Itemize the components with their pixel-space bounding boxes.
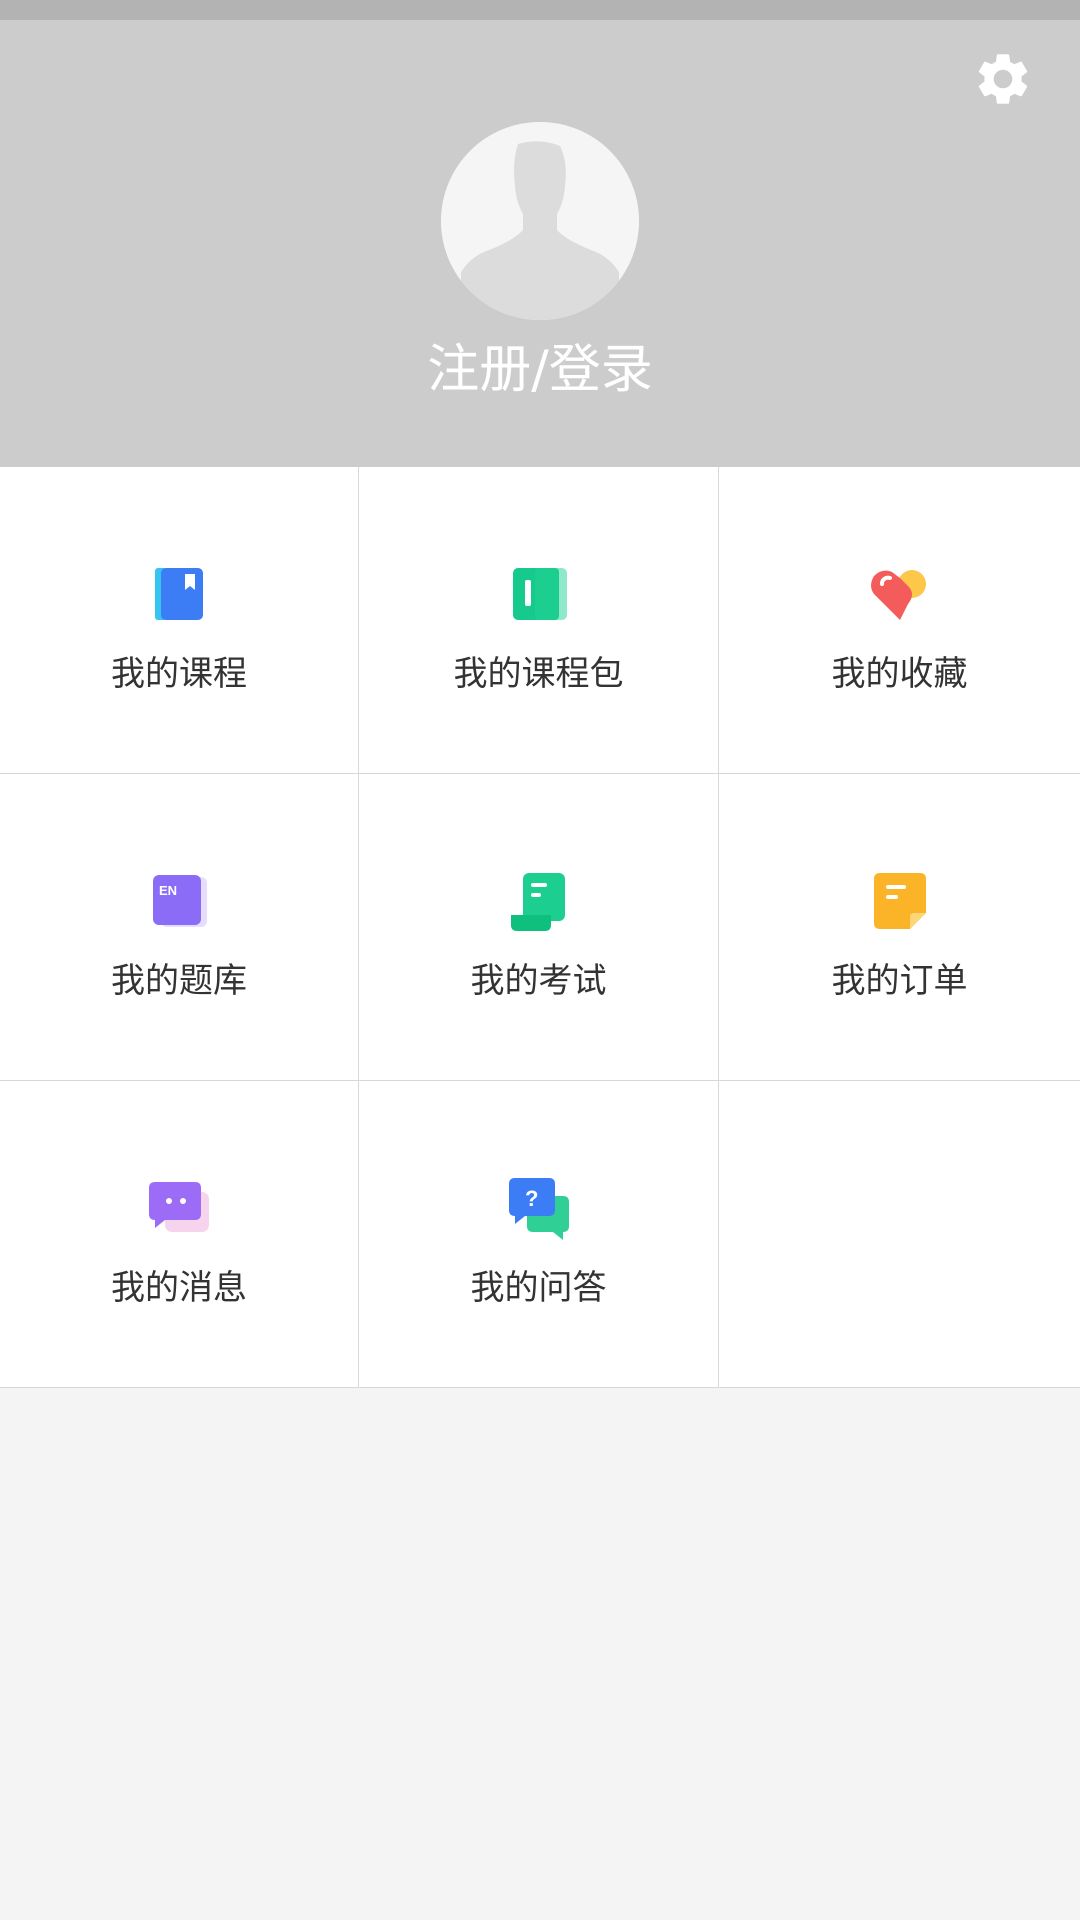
menu-item-my-courses[interactable]: 我的课程 xyxy=(0,467,359,774)
menu-item-my-favorites[interactable]: 我的收藏 xyxy=(719,467,1080,774)
menu-grid: 我的课程 我的课程包 我的收藏 EN 我的题库 我的考试 我的订单 我的消息 ?… xyxy=(0,467,1080,1388)
menu-item-label: 我的收藏 xyxy=(831,654,968,694)
question-chat-icon: ? xyxy=(508,1178,569,1240)
chat-bubble-icon xyxy=(149,1182,209,1232)
status-bar xyxy=(0,0,1080,20)
menu-item-my-exams[interactable]: 我的考试 xyxy=(359,774,719,1081)
menu-item-label: 我的订单 xyxy=(831,961,968,1001)
menu-item-label: 我的考试 xyxy=(470,961,607,1001)
profile-header: 注册/登录 xyxy=(0,20,1080,467)
open-book-icon xyxy=(512,568,567,620)
heart-tag-icon xyxy=(870,570,926,620)
menu-item-my-question-bank[interactable]: EN 我的题库 xyxy=(0,774,359,1081)
settings-button[interactable] xyxy=(970,46,1036,112)
menu-item-label: 我的课程 xyxy=(111,654,247,694)
login-register-link[interactable]: 注册/登录 xyxy=(0,338,1080,402)
en-book-icon: EN xyxy=(153,875,207,927)
gear-icon xyxy=(978,54,1028,104)
menu-item-my-orders[interactable]: 我的订单 xyxy=(719,774,1080,1081)
svg-text:?: ? xyxy=(525,1186,538,1211)
book-icon xyxy=(155,568,203,620)
menu-item-label: 我的课程包 xyxy=(453,654,624,694)
menu-item-label: 我的题库 xyxy=(111,961,247,1001)
scroll-icon xyxy=(510,873,565,931)
empty-cell xyxy=(719,1081,1080,1388)
menu-item-label: 我的问答 xyxy=(470,1268,607,1308)
note-icon xyxy=(873,873,926,929)
menu-item-my-messages[interactable]: 我的消息 xyxy=(0,1081,359,1388)
menu-item-label: 我的消息 xyxy=(111,1268,247,1308)
menu-item-my-qa[interactable]: ? 我的问答 xyxy=(359,1081,719,1388)
user-avatar-icon xyxy=(441,122,639,320)
svg-text:EN: EN xyxy=(159,883,177,898)
avatar[interactable] xyxy=(441,122,639,320)
menu-item-my-course-packs[interactable]: 我的课程包 xyxy=(359,467,719,774)
